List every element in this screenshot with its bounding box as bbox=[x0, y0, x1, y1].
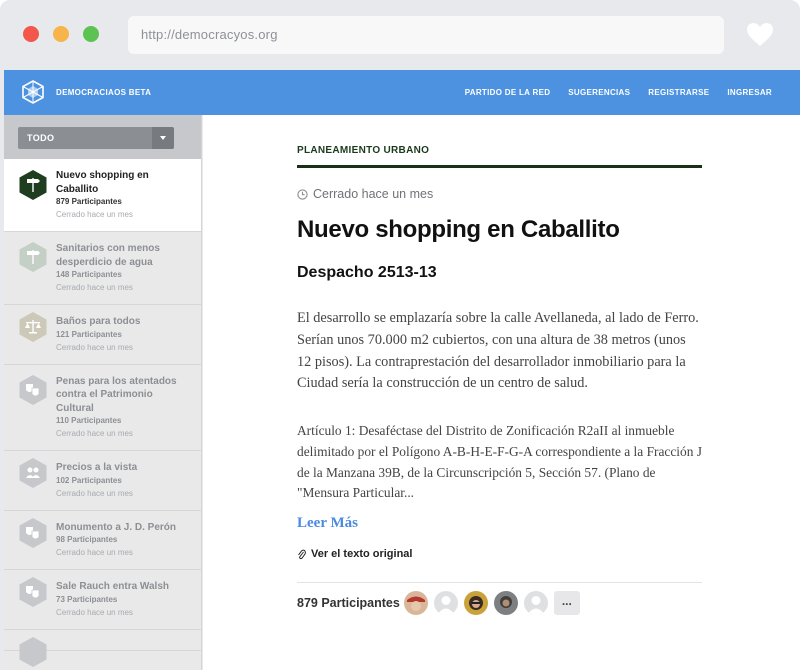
closed-status: Cerrado hace un mes bbox=[297, 187, 702, 201]
divider bbox=[297, 582, 702, 583]
avatar[interactable] bbox=[433, 591, 458, 615]
original-text-link[interactable]: Ver el texto original bbox=[297, 548, 702, 560]
maximize-window-button[interactable] bbox=[83, 26, 99, 42]
sidebar-item-count: 73 Participantes bbox=[56, 594, 118, 604]
main-content: PLANEAMIENTO URBANO Cerrado hace un mes … bbox=[203, 115, 800, 670]
sidebar-item-count: 110 Participantes bbox=[56, 416, 122, 425]
sidebar-item-title: Sale Rauch entra Walsh bbox=[56, 581, 169, 592]
page-subtitle: Despacho 2513-13 bbox=[297, 264, 437, 281]
brand-name[interactable]: DEMOCRACIAOS BETA bbox=[56, 70, 151, 115]
signpost-icon bbox=[19, 170, 47, 200]
signpost-icon bbox=[19, 242, 47, 272]
app-header: DEMOCRACIAOS BETA PARTIDO DE LA RED SUGE… bbox=[4, 70, 800, 115]
sidebar-item-status: Cerrado hace un mes bbox=[56, 429, 133, 438]
sidebar-item-banos[interactable]: Baños para todos 121 Participantes Cerra… bbox=[4, 305, 201, 365]
sidebar-item-status: Cerrado hace un mes bbox=[56, 607, 133, 617]
sidebar: TODO Nuevo shopping en Caballito 879 Par… bbox=[4, 115, 202, 670]
sidebar-item-count: 98 Participantes bbox=[56, 535, 118, 544]
sidebar-item-count: 148 Participantes bbox=[56, 270, 122, 279]
sidebar-item-nuevo-shopping[interactable]: Nuevo shopping en Caballito 879 Particip… bbox=[4, 159, 201, 232]
url-bar[interactable]: http://democracyos.org bbox=[128, 16, 724, 54]
sidebar-item-title: Monumento a J. D. Perón bbox=[56, 521, 177, 533]
sidebar-item-status: Cerrado hace un mes bbox=[56, 488, 133, 498]
nav-ingresar[interactable]: INGRESAR bbox=[727, 70, 772, 115]
participants-count: 879 Participantes bbox=[297, 596, 400, 610]
sidebar-item-title: Penas para los atentados contra el Patri… bbox=[56, 375, 177, 414]
sidebar-item-title: Sanitarios con menos desperdicio de agua bbox=[56, 243, 160, 268]
avatar[interactable] bbox=[463, 591, 488, 615]
avatar[interactable] bbox=[493, 591, 518, 615]
nav-registrarse[interactable]: REGISTRARSE bbox=[648, 70, 709, 115]
top-nav: PARTIDO DE LA RED SUGERENCIAS REGISTRARS… bbox=[465, 70, 772, 115]
chevron-down-icon[interactable] bbox=[152, 127, 174, 149]
article-text: Artículo 1: Desaféctase del Distrito de … bbox=[297, 423, 702, 501]
sidebar-item-status: Cerrado hace un mes bbox=[56, 548, 133, 557]
nav-partido-de-la-red[interactable]: PARTIDO DE LA RED bbox=[465, 70, 551, 115]
theater-masks-icon bbox=[19, 517, 47, 548]
category-divider bbox=[297, 165, 702, 168]
closed-status-text: Cerrado hace un mes bbox=[313, 187, 434, 201]
theater-masks-icon bbox=[19, 636, 47, 667]
participants-row: 879 Participantes ... bbox=[297, 591, 702, 615]
sidebar-item-status: Cerrado hace un mes bbox=[56, 283, 133, 292]
heart-icon[interactable] bbox=[746, 22, 774, 48]
minimize-window-button[interactable] bbox=[53, 26, 69, 42]
avatar[interactable] bbox=[523, 591, 548, 615]
filter-area: TODO bbox=[4, 115, 201, 159]
read-more-link[interactable]: Leer Más bbox=[297, 515, 702, 532]
summary-text: El desarrollo se emplazaría sobre la cal… bbox=[297, 310, 699, 392]
people-icon bbox=[19, 458, 47, 488]
filter-dropdown[interactable]: TODO bbox=[18, 127, 174, 149]
close-window-button[interactable] bbox=[23, 26, 39, 42]
nav-sugerencias[interactable]: SUGERENCIAS bbox=[568, 70, 630, 115]
filter-label: TODO bbox=[27, 133, 55, 143]
sidebar-item-partial[interactable] bbox=[4, 630, 201, 667]
browser-chrome: http://democracyos.org bbox=[0, 0, 800, 70]
sidebar-item-title: Baños para todos bbox=[56, 316, 141, 327]
sidebar-item-count: 121 Participantes bbox=[56, 329, 122, 339]
sidebar-item-count: 102 Participantes bbox=[56, 475, 122, 485]
sidebar-item-title: Nuevo shopping en Caballito bbox=[56, 170, 149, 195]
avatar[interactable] bbox=[403, 591, 428, 615]
browser-window: http://democracyos.org DEMOCRACIAOS BETA… bbox=[0, 0, 800, 670]
sidebar-item-penas-patrimonio[interactable]: Penas para los atentados contra el Patri… bbox=[4, 365, 201, 451]
category-label[interactable]: PLANEAMIENTO URBANO bbox=[297, 145, 702, 156]
sidebar-item-rauch-walsh[interactable]: Sale Rauch entra Walsh 73 Participantes … bbox=[4, 570, 201, 630]
original-text-label: Ver el texto original bbox=[311, 548, 413, 560]
sidebar-item-title: Precios a la vista bbox=[56, 462, 138, 473]
sidebar-item-sanitarios[interactable]: Sanitarios con menos desperdicio de agua… bbox=[4, 232, 201, 305]
law-detail: PLANEAMIENTO URBANO Cerrado hace un mes … bbox=[297, 115, 702, 615]
more-participants-button[interactable]: ... bbox=[553, 591, 580, 615]
theater-masks-icon bbox=[19, 577, 47, 607]
page-title: Nuevo shopping en Caballito bbox=[297, 216, 620, 243]
theater-masks-icon bbox=[19, 374, 47, 405]
scales-icon bbox=[19, 312, 47, 342]
sidebar-item-status: Cerrado hace un mes bbox=[56, 342, 133, 352]
sidebar-item-precios[interactable]: Precios a la vista 102 Participantes Cer… bbox=[4, 451, 201, 511]
paperclip-icon bbox=[298, 549, 306, 559]
sidebar-item-status: Cerrado hace un mes bbox=[56, 210, 133, 219]
clock-icon bbox=[297, 188, 308, 200]
sidebar-item-monumento[interactable]: Monumento a J. D. Perón 98 Participantes… bbox=[4, 511, 201, 570]
democracyos-logo-icon[interactable] bbox=[21, 80, 45, 104]
sidebar-item-count: 879 Participantes bbox=[56, 197, 122, 206]
